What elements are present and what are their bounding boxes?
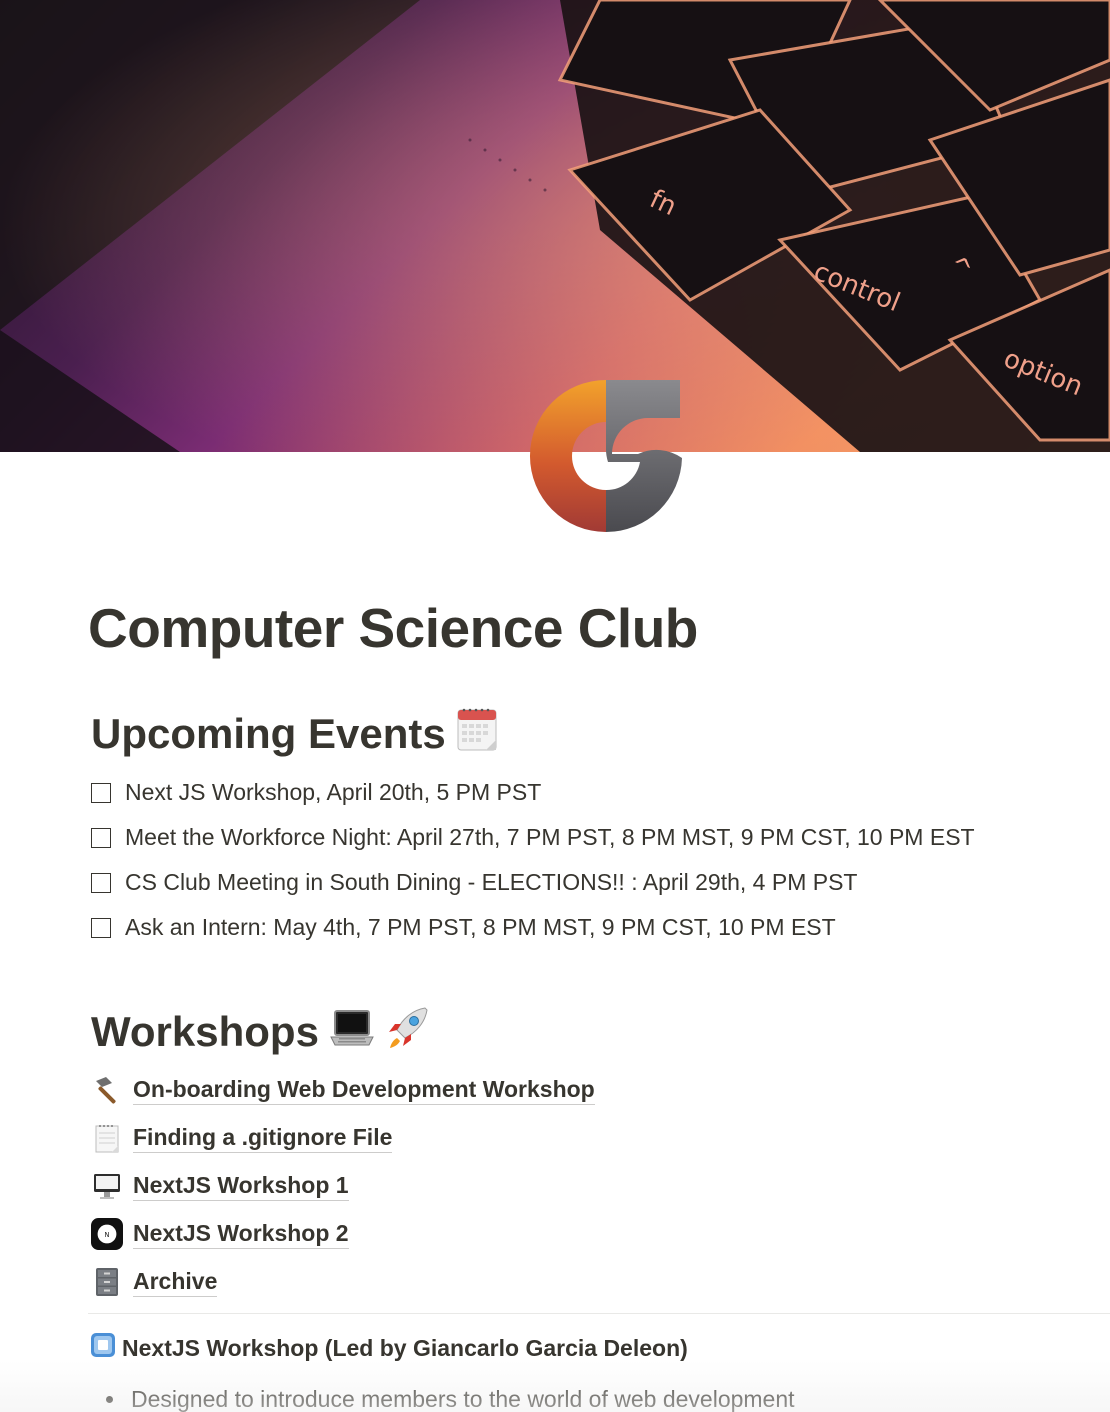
divider — [88, 1313, 1110, 1314]
todo-label: Next JS Workshop, April 20th, 5 PM PST — [125, 779, 542, 805]
todo-item[interactable]: Ask an Intern: May 4th, 7 PM PST, 8 PM M… — [91, 905, 975, 950]
page-link-label[interactable]: On-boarding Web Development Workshop — [133, 1075, 595, 1105]
workshops-page-links: On-boarding Web Development Workshop Fin… — [91, 1066, 595, 1306]
page-title[interactable]: Computer Science Club — [88, 596, 698, 660]
laptop-icon — [329, 1005, 375, 1059]
bullet-dot — [106, 1395, 113, 1403]
nextjs-workshop-heading[interactable]: NextJS Workshop (Led by Giancarlo Garcia… — [90, 1332, 688, 1364]
upcoming-events-heading-text: Upcoming Events — [91, 710, 446, 757]
desktop-computer-icon — [91, 1170, 123, 1202]
nextjs-workshop-heading-text: NextJS Workshop (Led by Giancarlo Garcia… — [122, 1334, 688, 1361]
todo-item[interactable]: Next JS Workshop, April 20th, 5 PM PST — [91, 770, 975, 815]
page-link-onboarding[interactable]: On-boarding Web Development Workshop — [91, 1066, 595, 1114]
svg-text:N: N — [105, 1231, 110, 1239]
todo-checkbox[interactable] — [91, 827, 111, 848]
notepad-icon — [91, 1122, 123, 1154]
page-link-label[interactable]: NextJS Workshop 1 — [133, 1171, 349, 1201]
workshops-heading-text: Workshops — [91, 1008, 319, 1055]
page-link-label[interactable]: Archive — [133, 1267, 218, 1297]
notion-page: fn control option ^ Computer Science Clu… — [0, 0, 1110, 1412]
calendar-icon — [456, 706, 500, 762]
page-link-nextjs-1[interactable]: NextJS Workshop 1 — [91, 1162, 595, 1210]
cs-club-logo-icon[interactable] — [528, 378, 684, 534]
todo-checkbox[interactable] — [91, 872, 111, 893]
upcoming-events-todo-list: Next JS Workshop, April 20th, 5 PM PST M… — [91, 770, 975, 950]
file-cabinet-icon — [91, 1266, 123, 1298]
page-link-archive[interactable]: Archive — [91, 1258, 595, 1306]
list-item: Designed to introduce members to the wor… — [104, 1382, 795, 1412]
page-link-label[interactable]: Finding a .gitignore File — [133, 1123, 393, 1153]
hammer-icon — [91, 1074, 123, 1106]
todo-label: Meet the Workforce Night: April 27th, 7 … — [125, 824, 975, 850]
upcoming-events-heading[interactable]: Upcoming Events — [91, 706, 500, 762]
todo-label: CS Club Meeting in South Dining - ELECTI… — [125, 869, 858, 895]
bullet-text[interactable]: Designed to introduce members to the wor… — [131, 1386, 795, 1412]
page-link-nextjs-2[interactable]: N NextJS Workshop 2 — [91, 1210, 595, 1258]
nextjs-logo-icon: N — [91, 1218, 123, 1250]
todo-item[interactable]: Meet the Workforce Night: April 27th, 7 … — [91, 815, 975, 860]
todo-checkbox[interactable] — [91, 917, 111, 938]
todo-item[interactable]: CS Club Meeting in South Dining - ELECTI… — [91, 860, 975, 905]
workshops-heading[interactable]: Workshops — [91, 1004, 431, 1060]
rocket-icon — [385, 1004, 431, 1060]
page-link-gitignore[interactable]: Finding a .gitignore File — [91, 1114, 595, 1162]
page-link-label[interactable]: NextJS Workshop 2 — [133, 1219, 349, 1249]
todo-label: Ask an Intern: May 4th, 7 PM PST, 8 PM M… — [125, 914, 836, 940]
stop-button-icon — [90, 1332, 116, 1364]
nextjs-workshop-bullets: Designed to introduce members to the wor… — [104, 1382, 795, 1412]
todo-checkbox[interactable] — [91, 782, 111, 803]
